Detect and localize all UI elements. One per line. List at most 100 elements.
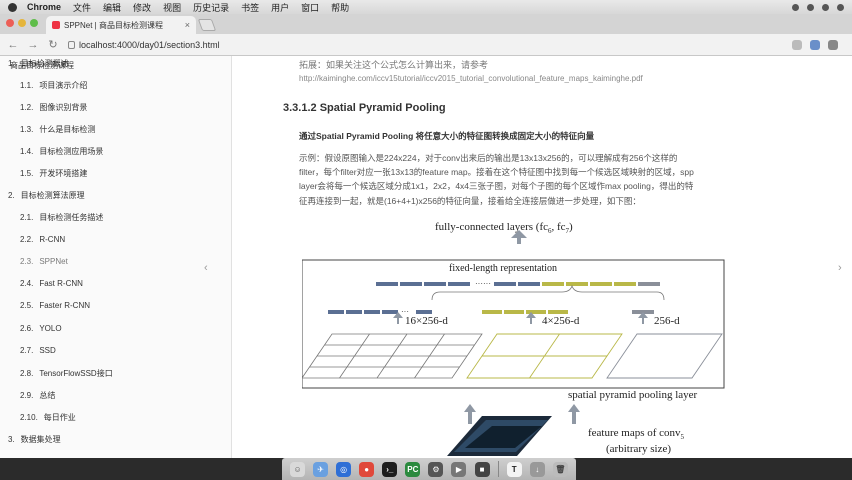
sidebar-item-number: 2.1.: [20, 213, 34, 222]
sidebar-item-number: 2.5.: [20, 301, 34, 310]
sidebar-item[interactable]: 2.1. 目标检测任务描述: [20, 212, 103, 223]
battery-icon[interactable]: [822, 3, 829, 11]
star-icon[interactable]: [792, 39, 802, 50]
sidebar-item[interactable]: 1.1. 项目演示介绍: [20, 80, 87, 91]
sidebar-item[interactable]: 1.2. 图像识别背景: [20, 102, 87, 113]
close-window-icon[interactable]: [6, 19, 14, 27]
sidebar-item[interactable]: 1.4. 目标检测应用场景: [20, 146, 103, 157]
sidebar-item[interactable]: 2.10. 每日作业: [20, 412, 76, 423]
window-controls: [6, 19, 38, 27]
settings-icon[interactable]: ⚙: [428, 461, 444, 477]
chrome-icon[interactable]: ●: [359, 461, 375, 477]
spp-figure: fully-connected layers (fc6, fc7) fixed-…: [302, 221, 725, 456]
sidebar-item-number: 1.4.: [20, 147, 34, 156]
menu-bookmarks[interactable]: 书签: [241, 1, 259, 14]
menu-modify[interactable]: 修改: [133, 1, 151, 14]
maximize-window-icon[interactable]: [30, 19, 38, 27]
sidebar-item-number: 1.2.: [20, 103, 34, 112]
terminal-icon[interactable]: ›_: [382, 461, 398, 477]
new-tab-button[interactable]: [197, 19, 217, 31]
typora-icon[interactable]: T: [506, 461, 522, 477]
sidebar-item-label: 项目演示介绍: [39, 81, 88, 90]
pool-grid-4x4: [302, 333, 483, 379]
sidebar-item-label: 什么是目标检测: [39, 125, 96, 134]
toc-sidebar: 商品目标检测课程 1. 目标检测概述 1.1. 项目演示介绍 1.2. 图像识别背景 1.3…: [0, 56, 232, 458]
sidebar-item-label: SPPNet: [39, 257, 68, 266]
sidebar-item-label: TensorFlowSSD接口: [39, 369, 113, 378]
sidebar-item[interactable]: 2.4. Fast R-CNN: [20, 279, 83, 288]
sidebar-item[interactable]: 1. 目标检测概述: [8, 58, 69, 69]
section-heading: 3.3.1.2 Spatial Pyramid Pooling: [283, 102, 446, 114]
pycharm-icon[interactable]: PC: [405, 461, 421, 477]
dock: ☺ ✈ ◎ ● ›_ PC ⚙ ▶ ■ T ↓ 🗑: [282, 458, 576, 480]
forward-icon[interactable]: →: [26, 39, 40, 51]
menu-history[interactable]: 历史记录: [193, 1, 229, 14]
apple-icon[interactable]: [8, 2, 17, 12]
sidebar-item-label: 开发环境搭建: [39, 169, 88, 178]
quicktime-icon[interactable]: ▶: [451, 461, 467, 477]
downloads-icon[interactable]: ↓: [529, 461, 545, 477]
info-icon[interactable]: [68, 40, 75, 49]
safari-icon[interactable]: ◎: [336, 461, 352, 477]
favicon-icon: [52, 21, 60, 29]
menu-file[interactable]: 文件: [73, 1, 91, 14]
extension-icon[interactable]: [810, 39, 820, 50]
sidebar-item-label: SSD: [39, 346, 56, 355]
sidebar-item[interactable]: 3. 数据集处理: [8, 434, 61, 445]
minimize-window-icon[interactable]: [18, 19, 26, 27]
search-icon[interactable]: [837, 3, 844, 11]
brace: [431, 284, 665, 301]
sidebar-item[interactable]: 2.6. YOLO: [20, 324, 62, 333]
tab-close-icon[interactable]: ×: [185, 20, 190, 30]
tab-sppnet[interactable]: SPPNet | 商品目标检测课程 ×: [46, 16, 196, 34]
paragraph-line: 示例：假设原图输入是224x224，对于conv出来后的输出是13x13x256…: [299, 153, 678, 163]
app-icon[interactable]: ■: [474, 461, 490, 477]
menu-app-name[interactable]: Chrome: [27, 2, 61, 12]
sidebar-item[interactable]: 1.3. 什么是目标检测: [20, 124, 95, 135]
sidebar-item-number: 2.10.: [20, 413, 38, 422]
sidebar-item[interactable]: 2.9. 总结: [20, 390, 55, 401]
next-page-icon[interactable]: ›: [838, 262, 842, 274]
url-text[interactable]: localhost:4000/day01/section3.html: [79, 40, 220, 50]
sidebar-item[interactable]: 2.8. TensorFlowSSD接口: [20, 368, 113, 379]
prev-page-icon[interactable]: ‹: [204, 262, 208, 274]
menu-edit[interactable]: 编辑: [103, 1, 121, 14]
sidebar-item[interactable]: 2.7. SSD: [20, 346, 56, 355]
sidebar-item[interactable]: 2. 目标检测算法原理: [8, 190, 85, 201]
dim-1-label: 256-d: [654, 315, 680, 327]
sidebar-item[interactable]: 1.5. 开发环境搭建: [20, 168, 87, 179]
sidebar-item[interactable]: 2.2. R-CNN: [20, 235, 65, 244]
status-icon[interactable]: [792, 3, 799, 11]
extensions: [792, 39, 852, 50]
sidebar-item-label: 总结: [39, 391, 56, 400]
menu-view[interactable]: 视图: [163, 1, 181, 14]
menu-help[interactable]: 帮助: [331, 1, 349, 14]
bins-4: [482, 310, 568, 314]
menu-users[interactable]: 用户: [271, 1, 289, 14]
fixed-length-label: fixed-length representation: [449, 263, 557, 274]
profile-icon[interactable]: [828, 39, 838, 50]
sidebar-item-number: 1.1.: [20, 81, 34, 90]
menu-window[interactable]: 窗口: [301, 1, 319, 14]
finder-icon[interactable]: ☺: [290, 461, 306, 477]
sidebar-item-number: 1.5.: [20, 169, 34, 178]
reference-link[interactable]: http://kaiminghe.com/iccv15tutorial/iccv…: [299, 74, 643, 83]
reload-icon[interactable]: ↻: [46, 38, 60, 51]
sidebar-item[interactable]: 2.3. SPPNet: [20, 257, 68, 266]
sidebar-item-number: 2.7.: [20, 346, 34, 355]
sidebar-item-number: 2.9.: [20, 391, 34, 400]
sidebar-item-label: Fast R-CNN: [39, 279, 83, 288]
sidebar-item-number: 2.3.: [20, 257, 34, 266]
tab-title: SPPNet | 商品目标检测课程: [64, 20, 163, 30]
launchpad-icon[interactable]: ✈: [313, 461, 329, 477]
dock-separator: [497, 461, 499, 477]
sidebar-item-number: 1.: [8, 59, 15, 68]
sidebar-item[interactable]: 2.5. Faster R-CNN: [20, 301, 90, 310]
reference-note: 拓展：如果关注这个公式怎么计算出来，请参考: [299, 60, 489, 70]
url-field[interactable]: localhost:4000/day01/section3.html: [68, 40, 220, 50]
paragraph-line: 征再连接到一起，就是(16+4+1)x256的特征向量，接着给全连接层做进一步处…: [299, 196, 641, 206]
dim-16-label: 16×256-d: [405, 315, 448, 327]
back-icon[interactable]: ←: [6, 39, 20, 51]
wifi-icon[interactable]: [807, 3, 814, 11]
trash-icon[interactable]: 🗑: [552, 461, 568, 477]
